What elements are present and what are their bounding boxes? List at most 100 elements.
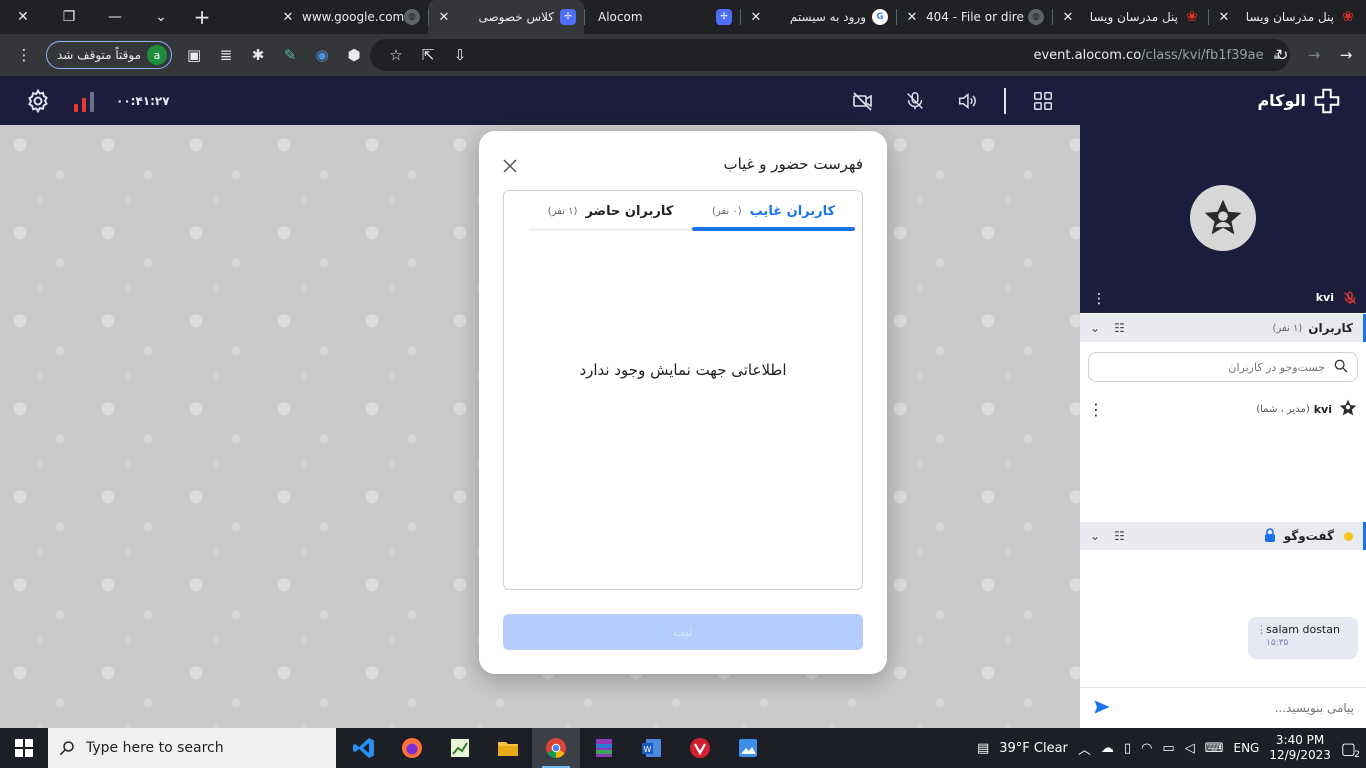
filter-settings-icon[interactable]: ☷ [1114,529,1125,543]
reload-icon[interactable]: ↻ [1266,39,1298,71]
camera-off-icon[interactable] [848,86,878,116]
cloud-off-icon[interactable]: ☁ [1101,741,1114,756]
tab-search-button[interactable]: ⌄ [138,0,184,34]
speaker-icon[interactable] [952,86,982,116]
browser-tab[interactable]: ✕ پنل مدرسان ویسا ❀ [1052,0,1208,34]
user-list-item[interactable]: kvi (مدیر ، شما) ⋮ [1088,397,1358,421]
browser-tab[interactable]: ✕ پنل مدرسان ویسا ❀ [1208,0,1364,34]
tab-count: (۱ نفر) [547,205,578,217]
firefox-icon[interactable] [388,728,436,768]
battery-icon[interactable]: ▭ [1162,741,1174,756]
address-bar[interactable]: ☆ ⇱ ⇩ event.alocom.co/class/kvi/fb1f39ae… [370,39,1290,71]
svg-text:W: W [644,745,652,754]
submit-button[interactable]: ثبت [503,614,863,650]
extension-leaf-icon[interactable]: ✎ [274,39,306,71]
browser-tab[interactable]: Alocom ✢ [584,0,740,34]
chevron-down-icon[interactable]: ⌄ [1090,321,1100,335]
weather-icon[interactable]: ▤ [977,741,989,756]
filter-settings-icon[interactable]: ☷ [1114,321,1125,335]
bookmark-star-icon[interactable]: ☆ [380,39,412,71]
close-tab-icon[interactable]: ✕ [280,10,296,25]
wifi-icon[interactable]: ◠ [1141,741,1152,756]
file-explorer-icon[interactable] [484,728,532,768]
forward-icon[interactable]: → [1298,39,1330,71]
tab-label: کاربران غایب [749,203,836,219]
star-person-icon [1204,199,1242,235]
side-panel-icon[interactable]: ▣ [178,39,210,71]
reading-list-icon[interactable]: ≣ [210,39,242,71]
chrome-menu-icon[interactable]: ⋮ [8,39,40,71]
users-section-header[interactable]: کاربران (۱ نفر) ☷ ⌄ [1080,314,1366,342]
connection-signal-icon [74,90,94,112]
window-restore-button[interactable]: ❐ [46,0,92,34]
users-search-field[interactable] [1088,352,1358,382]
brand-logo: الوکام [1257,76,1342,125]
url-host: event.alocom.co [1033,47,1142,63]
photos-icon[interactable] [724,728,772,768]
tile-menu-icon[interactable]: ⋮ [1092,291,1106,307]
vpn-app-icon[interactable] [676,728,724,768]
back-icon[interactable]: → [1330,39,1362,71]
chat-section-header[interactable]: گفت‌وگو ☷ ⌄ [1080,522,1366,550]
share-icon[interactable]: ⇱ [412,39,444,71]
close-tab-icon[interactable]: ✕ [748,10,764,25]
alocom-icon: ✢ [716,9,732,25]
close-tab-icon[interactable]: ✕ [1060,10,1076,25]
extensions-icon[interactable]: ✱ [242,39,274,71]
lock-icon[interactable] [1264,527,1276,545]
tab-label: کاربران حاضر [585,203,674,219]
windows-taskbar: Type here to search W ▤ 39°F Clear ︿ ☁ ▯… [0,728,1366,768]
browser-tabs: ✕ www.google.com ◍ ✕ کلاس خصوصی ✢ Alocom… [272,0,1366,34]
chart-app-icon[interactable] [436,728,484,768]
volume-icon[interactable]: ◁ [1185,741,1195,756]
browser-tab[interactable]: ✕ 404 - File or dire ◍ [896,0,1052,34]
keyboard-icon[interactable]: ⌨ [1205,741,1224,756]
layout-grid-icon[interactable] [1028,86,1058,116]
user-menu-icon[interactable]: ⋮ [1088,400,1104,419]
tab-absent-users[interactable]: کاربران غایب (۰ نفر) [692,191,855,231]
notifications-icon[interactable]: ▢ 2 [1341,739,1360,760]
windows-start-icon[interactable] [0,728,48,768]
close-icon[interactable] [499,155,521,177]
window-minimize-button[interactable]: — [92,0,138,34]
chevron-down-icon[interactable]: ⌄ [1090,529,1100,543]
gear-icon[interactable] [24,87,52,115]
close-tab-icon[interactable]: ✕ [436,10,452,25]
browser-tab[interactable]: ✕ ورود به سیستم G [740,0,896,34]
window-close-button[interactable]: ✕ [0,0,46,34]
extension-wordpress-icon[interactable]: ◉ [306,39,338,71]
new-tab-button[interactable]: + [184,0,220,34]
weather-text[interactable]: 39°F Clear [999,741,1068,756]
browser-tab-active[interactable]: ✕ کلاس خصوصی ✢ [428,0,584,34]
vscode-icon[interactable] [340,728,388,768]
install-app-icon[interactable]: ⇩ [444,39,476,71]
attendance-tabs: کاربران غایب (۰ نفر) کاربران حاضر (۱ نفر… [529,191,855,231]
browser-tab-strip: ✕ ❐ — ⌄ + ✕ www.google.com ◍ ✕ کلاس خصوص… [0,0,1366,34]
tab-present-users[interactable]: کاربران حاضر (۱ نفر) [529,191,692,231]
close-tab-icon[interactable]: ✕ [904,10,920,25]
red-flower-icon: ❀ [1186,9,1198,25]
message-input[interactable] [1124,701,1354,715]
chrome-icon[interactable] [532,728,580,768]
chat-message[interactable]: ⋮ salam dostan ۱۵:۳۵ [1248,617,1358,659]
browser-tab[interactable]: ✕ www.google.com ◍ [272,0,428,34]
send-icon[interactable] [1092,697,1112,720]
url-text[interactable]: event.alocom.co/class/kvi/fb1f39ae [1033,48,1263,63]
winrar-icon[interactable] [580,728,628,768]
taskbar-search[interactable]: Type here to search [48,728,336,768]
tab-title: 404 - File or dire [926,10,1024,24]
chevron-up-icon[interactable]: ︿ [1078,739,1091,758]
message-menu-icon[interactable]: ⋮ [1256,623,1267,636]
clock[interactable]: 3:40 PM 12/9/2023 [1269,733,1331,763]
mic-off-icon[interactable] [900,86,930,116]
tab-title: Alocom [598,10,643,24]
close-tab-icon[interactable]: ✕ [1216,10,1232,25]
word-icon[interactable]: W [628,728,676,768]
extension-shield-icon[interactable]: ⬢ [338,39,370,71]
search-input[interactable] [1105,360,1325,374]
user-name: kvi [1313,402,1332,416]
profile-button[interactable]: موقتاً متوقف شد a [46,41,173,69]
status-dot [1344,531,1353,541]
language-indicator[interactable]: ENG [1233,741,1259,755]
device-icon[interactable]: ▯ [1124,741,1131,756]
